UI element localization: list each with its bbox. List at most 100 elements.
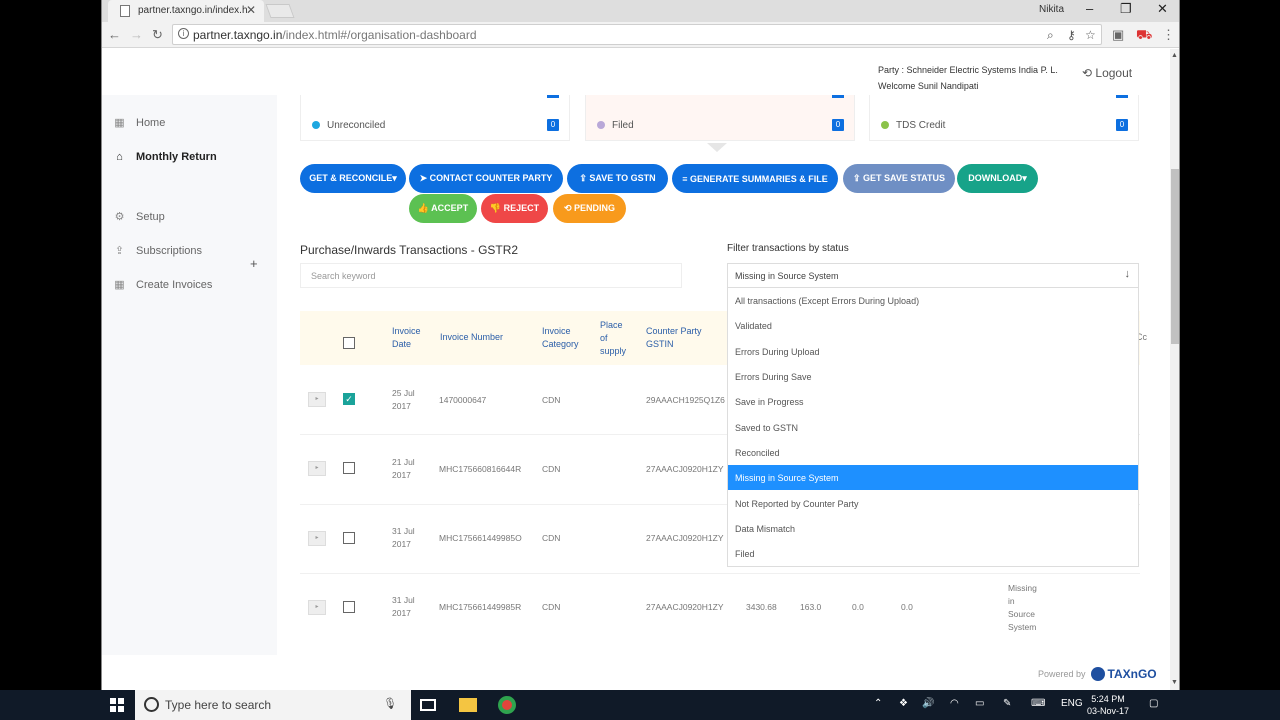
- header-place-of-supply[interactable]: Place of supply: [600, 319, 630, 358]
- select-all-checkbox[interactable]: [343, 337, 355, 349]
- zoom-icon[interactable]: ⌕: [1047, 28, 1054, 43]
- desktop: partner.taxngo.in/index.h ✕ Nikita – ❐ ✕…: [0, 0, 1280, 720]
- taxngo-logo-icon: [1090, 667, 1105, 681]
- header-invoice-category[interactable]: Invoice Category: [542, 325, 590, 351]
- sidebar-item-home[interactable]: ▦ Home: [114, 117, 165, 129]
- row-checkbox[interactable]: ✓: [343, 393, 355, 405]
- card-count-badge: 0: [832, 119, 844, 131]
- get-reconcile-button[interactable]: GET & RECONCILE▾: [300, 164, 406, 193]
- scrollbar-thumb[interactable]: [1171, 169, 1179, 344]
- card-label: Filed: [612, 120, 634, 131]
- invoice-category: CDN: [542, 464, 561, 474]
- star-icon[interactable]: ☆: [1085, 28, 1096, 42]
- search-input[interactable]: Search keyword: [300, 263, 682, 288]
- profile-name[interactable]: Nikita: [1039, 4, 1064, 15]
- download-button[interactable]: DOWNLOAD▾: [957, 164, 1038, 193]
- reject-button[interactable]: 👎 REJECT: [481, 194, 548, 223]
- extension-icon[interactable]: ▣: [1112, 27, 1124, 43]
- clock-time: 5:24 PM: [1091, 694, 1125, 704]
- dropdown-option[interactable]: Errors During Upload: [728, 339, 1138, 364]
- gear-icon: ⚙: [114, 210, 125, 223]
- header-invoice-number[interactable]: Invoice Number: [440, 331, 503, 344]
- contact-counter-party-button[interactable]: ➤ CONTACT COUNTER PARTY: [409, 164, 563, 193]
- arrow-down-icon: ↓: [1124, 268, 1131, 280]
- language-indicator[interactable]: ENG: [1061, 698, 1083, 709]
- status-filter-select[interactable]: Missing in Source System ↓: [727, 263, 1139, 288]
- dropdown-option[interactable]: Errors During Save: [728, 364, 1138, 389]
- dropbox-icon[interactable]: ❖: [899, 698, 908, 709]
- dropdown-option[interactable]: All transactions (Except Errors During U…: [728, 288, 1138, 313]
- close-tab-icon[interactable]: ✕: [246, 3, 256, 17]
- generate-summaries-button[interactable]: ≡ GENERATE SUMMARIES & FILE: [672, 164, 838, 193]
- restore-icon[interactable]: ❐: [1120, 1, 1132, 17]
- invoice-date: 25 Jul 2017: [392, 388, 415, 411]
- info-icon[interactable]: i: [178, 28, 189, 39]
- tray-chevron-icon[interactable]: ⌃: [874, 698, 882, 709]
- dropdown-option[interactable]: Not Reported by Counter Party: [728, 491, 1138, 516]
- row-expand-button[interactable]: ▸: [308, 392, 326, 407]
- browser-toolbar: ← → ↻ i partner.taxngo.in/index.html#/or…: [102, 22, 1179, 48]
- dropdown-option-selected[interactable]: Missing in Source System: [728, 465, 1138, 490]
- back-icon[interactable]: ←: [108, 27, 121, 42]
- tax-value: 0.0: [852, 602, 864, 612]
- close-window-icon[interactable]: ✕: [1157, 1, 1168, 17]
- menu-icon[interactable]: ⋮: [1162, 27, 1175, 43]
- dropdown-option[interactable]: Save in Progress: [728, 389, 1138, 414]
- windows-start-icon[interactable]: [110, 698, 124, 712]
- volume-icon[interactable]: 🔊: [922, 698, 934, 709]
- clock[interactable]: 5:24 PM 03-Nov-17: [1087, 693, 1129, 717]
- pen-icon[interactable]: ✎: [1003, 698, 1011, 709]
- chrome-icon[interactable]: [498, 696, 516, 714]
- minimize-icon[interactable]: –: [1086, 1, 1093, 16]
- browser-tab[interactable]: partner.taxngo.in/index.h ✕: [108, 0, 264, 22]
- home-icon: ⌂: [116, 150, 123, 163]
- row-checkbox[interactable]: [343, 532, 355, 544]
- new-tab-button[interactable]: [265, 4, 295, 18]
- taskbar-search[interactable]: Type here to search 🎙: [135, 690, 411, 720]
- dropdown-option[interactable]: Validated: [728, 313, 1138, 338]
- card-unreconciled[interactable]: Unreconciled 0: [300, 95, 570, 141]
- accept-button[interactable]: 👍 ACCEPT: [409, 194, 477, 223]
- expand-plus-icon[interactable]: +: [250, 256, 258, 271]
- row-checkbox[interactable]: [343, 462, 355, 474]
- pending-button[interactable]: ⟲ PENDING: [553, 194, 626, 223]
- address-bar[interactable]: i partner.taxngo.in/index.html#/organisa…: [172, 24, 1102, 45]
- extension-red-icon[interactable]: ⛟: [1136, 27, 1152, 45]
- header-invoice-date[interactable]: Invoice Date: [392, 325, 428, 351]
- file-explorer-icon[interactable]: [459, 698, 477, 712]
- microphone-icon[interactable]: 🎙: [383, 697, 397, 710]
- logout-link[interactable]: ⟲ Logout: [1082, 66, 1132, 80]
- header-counter-party-gstin[interactable]: Counter Party GSTIN: [646, 325, 716, 351]
- card-filed[interactable]: Filed 0: [585, 95, 855, 141]
- dropdown-option[interactable]: Filed: [728, 541, 1138, 566]
- sidebar-item-subscriptions[interactable]: ⇪ Subscriptions: [114, 245, 202, 257]
- key-icon[interactable]: ⚷: [1067, 28, 1076, 42]
- card-tds-credit[interactable]: TDS Credit 0: [869, 95, 1139, 141]
- row-checkbox[interactable]: [343, 601, 355, 613]
- dropdown-option[interactable]: Saved to GSTN: [728, 415, 1138, 440]
- page-scrollbar[interactable]: ▲ ▼: [1170, 49, 1179, 690]
- card-label: TDS Credit: [896, 120, 946, 131]
- save-to-gstn-button[interactable]: ⇪ SAVE TO GSTN: [567, 164, 668, 193]
- grid-icon: ▦: [114, 116, 125, 129]
- row-expand-button[interactable]: ▸: [308, 531, 326, 546]
- reload-icon[interactable]: ↻: [152, 27, 163, 43]
- taxngo-logo-text: TAXnGO: [1107, 667, 1157, 681]
- task-view-icon[interactable]: [420, 699, 436, 711]
- battery-icon[interactable]: ▭: [975, 698, 984, 709]
- scroll-up-icon[interactable]: ▲: [1171, 52, 1178, 59]
- notifications-icon[interactable]: ▢: [1149, 698, 1158, 709]
- get-save-status-button[interactable]: ⇪ GET SAVE STATUS: [843, 164, 955, 193]
- sidebar-item-monthly-return[interactable]: ⌂ Monthly Return: [114, 151, 217, 163]
- page-icon: [120, 5, 130, 17]
- dropdown-option[interactable]: Reconciled: [728, 440, 1138, 465]
- scroll-down-icon[interactable]: ▼: [1171, 679, 1178, 686]
- sidebar-item-setup[interactable]: ⚙ Setup: [114, 211, 165, 223]
- dropdown-option[interactable]: Data Mismatch: [728, 516, 1138, 541]
- forward-icon[interactable]: →: [130, 27, 143, 42]
- sidebar-item-create-invoices[interactable]: ▦ Create Invoices: [114, 279, 212, 291]
- row-expand-button[interactable]: ▸: [308, 461, 326, 476]
- keyboard-icon[interactable]: ⌨: [1031, 698, 1045, 709]
- row-expand-button[interactable]: ▸: [308, 600, 326, 615]
- wifi-icon[interactable]: ◠: [950, 698, 959, 709]
